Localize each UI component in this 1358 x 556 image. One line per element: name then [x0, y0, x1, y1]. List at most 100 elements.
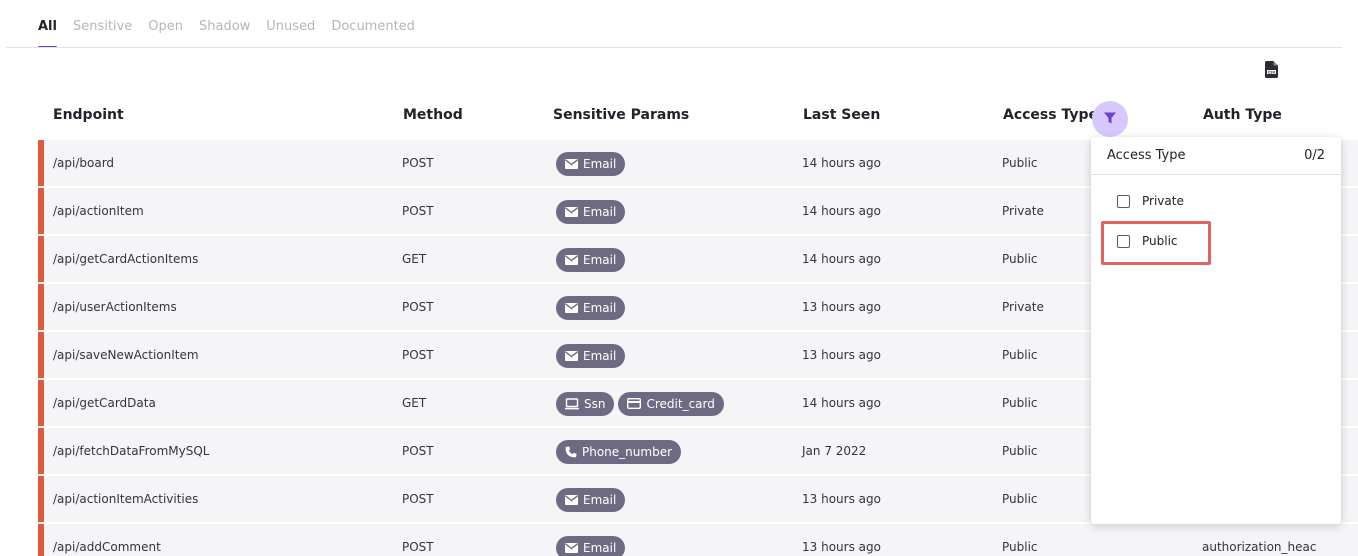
- csv-file-icon[interactable]: CSV: [1265, 61, 1278, 78]
- email-icon: [565, 158, 578, 169]
- sensitive-param-label: Email: [583, 156, 617, 171]
- sensitive-param-label: Ssn: [584, 396, 606, 411]
- access-type-filter-dropdown: Access Type 0/2 Private Public: [1091, 137, 1341, 524]
- last-seen-cell: 14 hours ago: [802, 156, 881, 170]
- severity-marker: [38, 524, 44, 556]
- method-cell: POST: [402, 444, 434, 458]
- endpoint-cell[interactable]: /api/userActionItems: [53, 284, 177, 330]
- email-icon: [565, 494, 578, 505]
- column-header-method[interactable]: Method: [403, 100, 463, 130]
- severity-marker: [38, 380, 44, 426]
- access-type-cell: Public: [1002, 252, 1038, 266]
- filter-checkbox-private[interactable]: [1117, 194, 1130, 208]
- sensitive-param-label: Email: [583, 300, 617, 315]
- severity-marker: [38, 140, 44, 186]
- endpoint-cell[interactable]: /api/saveNewActionItem: [53, 332, 199, 378]
- sensitive-params-cell: Email: [556, 140, 629, 186]
- auth-type-cell: authorization_heac: [1202, 540, 1317, 554]
- phone-icon: [565, 446, 577, 458]
- sensitive-param-chip[interactable]: Phone_number: [556, 439, 682, 464]
- filter-dropdown-header: Access Type 0/2: [1091, 137, 1341, 175]
- filter-checkbox-public[interactable]: [1117, 234, 1130, 248]
- tabs-divider: [6, 47, 1342, 48]
- sensitive-param-chip[interactable]: Email: [556, 487, 626, 512]
- table-header: Endpoint Method Sensitive Params Last Se…: [38, 100, 1358, 130]
- severity-marker: [38, 284, 44, 330]
- tab-all[interactable]: All: [38, 18, 57, 48]
- endpoint-cell[interactable]: /api/actionItemActivities: [53, 476, 198, 522]
- last-seen-cell: 14 hours ago: [802, 252, 881, 266]
- tab-open[interactable]: Open: [148, 18, 183, 48]
- column-header-auth-type[interactable]: Auth Type: [1203, 100, 1282, 130]
- method-cell: POST: [402, 204, 434, 218]
- method-cell: GET: [402, 252, 427, 266]
- column-header-last-seen[interactable]: Last Seen: [803, 100, 880, 130]
- method-cell: GET: [402, 396, 427, 410]
- sensitive-params-cell: Email: [556, 284, 629, 330]
- email-icon: [565, 542, 578, 553]
- last-seen-cell: 14 hours ago: [802, 396, 881, 410]
- severity-marker: [38, 188, 44, 234]
- access-type-cell: Private: [1002, 300, 1044, 314]
- method-cell: POST: [402, 348, 434, 362]
- sensitive-param-label: Email: [583, 540, 617, 555]
- sensitive-param-chip[interactable]: Email: [556, 343, 626, 368]
- email-icon: [565, 206, 578, 217]
- email-icon: [565, 350, 578, 361]
- access-type-cell: Public: [1002, 444, 1038, 458]
- tab-documented[interactable]: Documented: [331, 18, 415, 48]
- sensitive-params-cell: Ssn Credit_card: [556, 380, 728, 426]
- sensitive-params-cell: Email: [556, 236, 629, 282]
- access-type-filter-button[interactable]: [1092, 101, 1128, 137]
- sensitive-param-label: Email: [583, 204, 617, 219]
- monitor-icon: [565, 397, 579, 410]
- sensitive-params-cell: Email: [556, 188, 629, 234]
- last-seen-cell: 13 hours ago: [802, 348, 881, 362]
- endpoint-cell[interactable]: /api/getCardActionItems: [53, 236, 198, 282]
- endpoint-cell[interactable]: /api/board: [53, 140, 114, 186]
- endpoint-cell[interactable]: /api/addComment: [53, 524, 161, 556]
- filter-option-label: Public: [1142, 234, 1178, 248]
- sensitive-param-label: Credit_card: [646, 396, 715, 411]
- sensitive-params-cell: Email: [556, 524, 629, 556]
- sensitive-param-chip[interactable]: Email: [556, 535, 626, 556]
- column-header-endpoint[interactable]: Endpoint: [53, 100, 124, 130]
- endpoint-cell[interactable]: /api/actionItem: [53, 188, 144, 234]
- filter-funnel-icon: [1103, 110, 1117, 129]
- last-seen-cell: 13 hours ago: [802, 300, 881, 314]
- last-seen-cell: 13 hours ago: [802, 492, 881, 506]
- column-header-access-type[interactable]: Access Type: [1003, 100, 1098, 130]
- endpoint-cell[interactable]: /api/fetchDataFromMySQL: [53, 428, 210, 474]
- endpoint-cell[interactable]: /api/getCardData: [53, 380, 156, 426]
- sensitive-params-cell: Email: [556, 476, 629, 522]
- filter-option-private[interactable]: Private: [1117, 194, 1184, 208]
- sensitive-param-chip[interactable]: Email: [556, 199, 626, 224]
- sensitive-param-label: Email: [583, 492, 617, 507]
- sensitive-param-chip[interactable]: Email: [556, 151, 626, 176]
- access-type-cell: Public: [1002, 156, 1038, 170]
- last-seen-cell: 13 hours ago: [802, 540, 881, 554]
- sensitive-params-cell: Email: [556, 332, 629, 378]
- filter-option-public[interactable]: Public: [1117, 234, 1178, 248]
- access-type-cell: Private: [1002, 204, 1044, 218]
- svg-text:CSV: CSV: [1268, 70, 1276, 74]
- method-cell: POST: [402, 540, 434, 554]
- sensitive-param-chip[interactable]: Email: [556, 295, 626, 320]
- column-header-sensitive-params[interactable]: Sensitive Params: [553, 100, 689, 130]
- filter-dropdown-title: Access Type: [1107, 148, 1186, 163]
- credit-card-icon: [627, 398, 642, 409]
- sensitive-param-chip[interactable]: Email: [556, 247, 626, 272]
- sensitive-param-chip[interactable]: Credit_card: [618, 391, 724, 416]
- tab-unused[interactable]: Unused: [266, 18, 315, 48]
- severity-marker: [38, 476, 44, 522]
- tab-shadow[interactable]: Shadow: [199, 18, 250, 48]
- email-icon: [565, 302, 578, 313]
- last-seen-cell: Jan 7 2022: [802, 444, 867, 458]
- tab-sensitive[interactable]: Sensitive: [73, 18, 132, 48]
- sensitive-param-chip[interactable]: Ssn: [556, 391, 615, 416]
- filter-selected-count: 0/2: [1304, 148, 1325, 163]
- last-seen-cell: 14 hours ago: [802, 204, 881, 218]
- table-row[interactable]: /api/addComment POST Email 13 hours ago Publ…: [38, 524, 1358, 556]
- severity-marker: [38, 428, 44, 474]
- method-cell: POST: [402, 492, 434, 506]
